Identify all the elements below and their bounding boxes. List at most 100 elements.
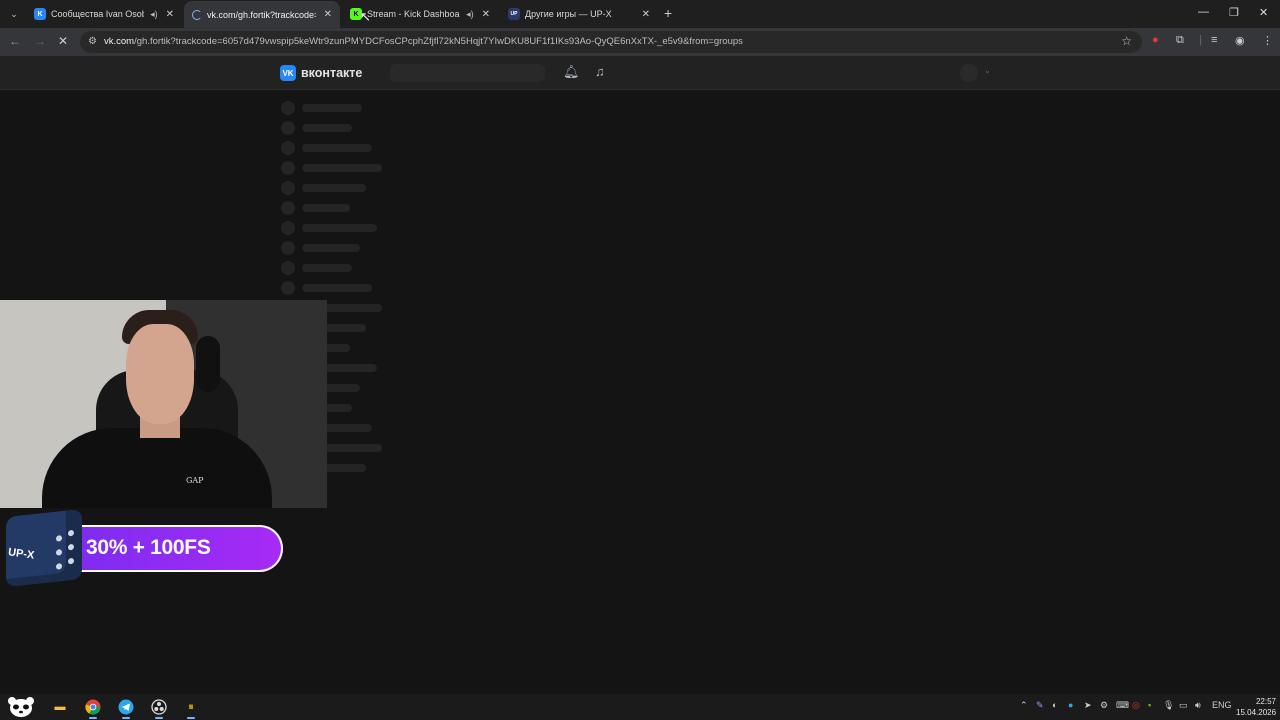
speaker-icon[interactable]: ◂) [466,9,474,20]
tab-vk-communities[interactable]: K Сообщества Ivan Osobov ◂) ✕ [26,3,182,25]
volume-icon[interactable]: 🔊︎ [1195,700,1201,711]
tab-close-button[interactable]: ✕ [482,9,490,20]
vk-icon: K [34,8,46,20]
bandicam-icon[interactable]: ⏸ [181,697,201,719]
skeleton-label [302,284,372,292]
skeleton-label [302,104,362,112]
skeleton-icon [281,161,295,175]
discord-icon[interactable]: ◐ [1052,700,1057,710]
nvidia-tray-icon[interactable]: ▪ [1148,700,1151,710]
forward-button[interactable]: → [34,34,46,48]
tab-close-button[interactable]: ✕ [642,9,650,20]
tab-title: Другие игры — UP-X [525,9,612,19]
file-explorer-icon[interactable]: ▬ [50,697,70,717]
vk-logo-badge: VK [280,65,296,81]
media-control-icon[interactable]: ≡ [1211,34,1217,46]
skeleton-icon [281,201,295,215]
screen: ⌄ K Сообщества Ivan Osobov ◂) ✕ vk.com/g… [0,0,1280,720]
browser-menu-icon[interactable]: ⋮ [1262,34,1273,47]
new-tab-button[interactable]: + [664,5,672,21]
music-icon[interactable]: ♫ [595,64,605,79]
skeleton-icon [281,181,295,195]
chevron-down-icon: ⌄ [10,8,18,19]
tab-title: Stream - Kick Dashboard [367,9,461,19]
skeleton-icon [281,121,295,135]
loading-spinner-icon [192,9,202,20]
vk-user-avatar[interactable] [960,64,978,82]
tab-title: Сообщества Ivan Osobov [51,9,144,19]
stop-loading-button[interactable]: ✕ [58,34,68,48]
language-indicator[interactable]: ENG [1212,700,1232,710]
browser-toolbar: ← → ✕ ⚙ vk.com/gh.fortik?trackcode=6057d… [0,28,1280,56]
close-window-button[interactable]: ✕ [1259,6,1268,19]
tab-close-button[interactable]: ✕ [324,9,332,20]
skeleton-icon [281,141,295,155]
clock-time: 22:57 [1255,697,1276,706]
chevron-down-icon[interactable]: ⌄ [984,66,991,75]
skeleton-label [302,144,372,152]
tshirt-logo: GAP [186,476,204,485]
keyboard-tray-icon[interactable]: ⌨ [1116,700,1129,711]
mouse-cursor-icon: ↖ [360,9,371,24]
toolbar-divider: | [1199,34,1202,46]
bookmark-star-icon[interactable]: ☆ [1121,34,1132,48]
tab-search-button[interactable]: ⌄ [5,5,23,23]
url-domain: vk.com [104,36,135,47]
profile-avatar-icon[interactable]: ◉ [1235,34,1245,47]
restore-button[interactable]: ❐ [1229,6,1239,19]
skeleton-label [302,164,382,172]
upx-icon: UP [508,8,520,20]
vk-logo-text: вконтакте [301,66,363,80]
network-icon[interactable]: ▭ [1179,700,1188,711]
webcam-overlay: GAP [0,300,327,508]
windows-taskbar: ▬ ⏸ ⌃ ✎ ◐ ● ➤ ⚙ ⌨ ◎ ▪ 🎙︎ ▭ 🔊︎ ENG 22:57 … [0,694,1280,720]
skeleton-label [302,244,360,252]
tab-upx-games[interactable]: UP Другие игры — UP-X ✕ [500,3,658,25]
speaker-icon[interactable]: ◂) [150,9,158,20]
bell-icon[interactable]: 🔔︎ [563,64,580,80]
clock-date: 15.04.2026 [1236,708,1277,717]
minimize-button[interactable]: — [1198,6,1209,18]
url-path: /gh.fortik?trackcode=6057d479vwspip5keWt… [134,36,743,47]
telegram-icon[interactable] [116,697,136,719]
chrome-icon[interactable] [83,697,103,719]
headphones [196,336,220,392]
steam-tray-icon[interactable]: ◎ [1132,700,1140,711]
site-info-icon[interactable]: ⚙ [88,36,97,47]
skeleton-label [302,124,352,132]
skeleton-label [302,264,352,272]
tab-vk-group-active[interactable]: vk.com/gh.fortik?trackcode=60 ✕ [184,1,340,28]
skeleton-label [302,204,350,212]
panda-icon[interactable] [4,694,38,720]
tab-close-button[interactable]: ✕ [166,9,174,20]
extensions-puzzle-icon[interactable]: ⧉ [1176,34,1184,47]
vk-header: VK вконтакте 🔔︎ ♫ ⌄ [0,56,1280,90]
tab-title: vk.com/gh.fortik?trackcode=60 [207,9,316,20]
tray-app-icon[interactable]: ✎ [1036,700,1044,711]
back-button[interactable]: ← [9,34,21,48]
extension-red-icon[interactable]: ● [1152,34,1159,46]
skeleton-icon [281,241,295,255]
address-bar[interactable]: ⚙ vk.com/gh.fortik?trackcode=6057d479vws… [80,31,1142,53]
person-torso [42,428,272,508]
person-face [126,324,194,424]
skeleton-icon [281,281,295,295]
skeleton-label [302,224,377,232]
telegram-tray-icon[interactable]: ➤ [1084,700,1092,711]
obs-icon[interactable] [149,697,169,719]
promo-banner: 30% + 100FS [60,525,283,572]
browser-tab-strip: ⌄ K Сообщества Ivan Osobov ◂) ✕ vk.com/g… [0,0,1280,28]
skeleton-icon [281,261,295,275]
skeleton-label [302,184,366,192]
microphone-icon[interactable]: 🎙︎ [1163,700,1174,711]
tray-expand-icon[interactable]: ⌃ [1020,700,1028,711]
skeleton-icon [281,101,295,115]
vk-logo[interactable]: VK вконтакте [280,65,362,81]
tray-info-icon[interactable]: ● [1068,700,1073,710]
url-text[interactable]: vk.com/gh.fortik?trackcode=6057d479vwspi… [104,36,743,47]
system-clock[interactable]: 22:57 15.04.2026 [1236,696,1276,718]
settings-tray-icon[interactable]: ⚙ [1100,700,1108,711]
vk-search-placeholder[interactable] [390,64,545,82]
promo-text: 30% + 100FS [86,536,211,559]
skeleton-icon [281,221,295,235]
